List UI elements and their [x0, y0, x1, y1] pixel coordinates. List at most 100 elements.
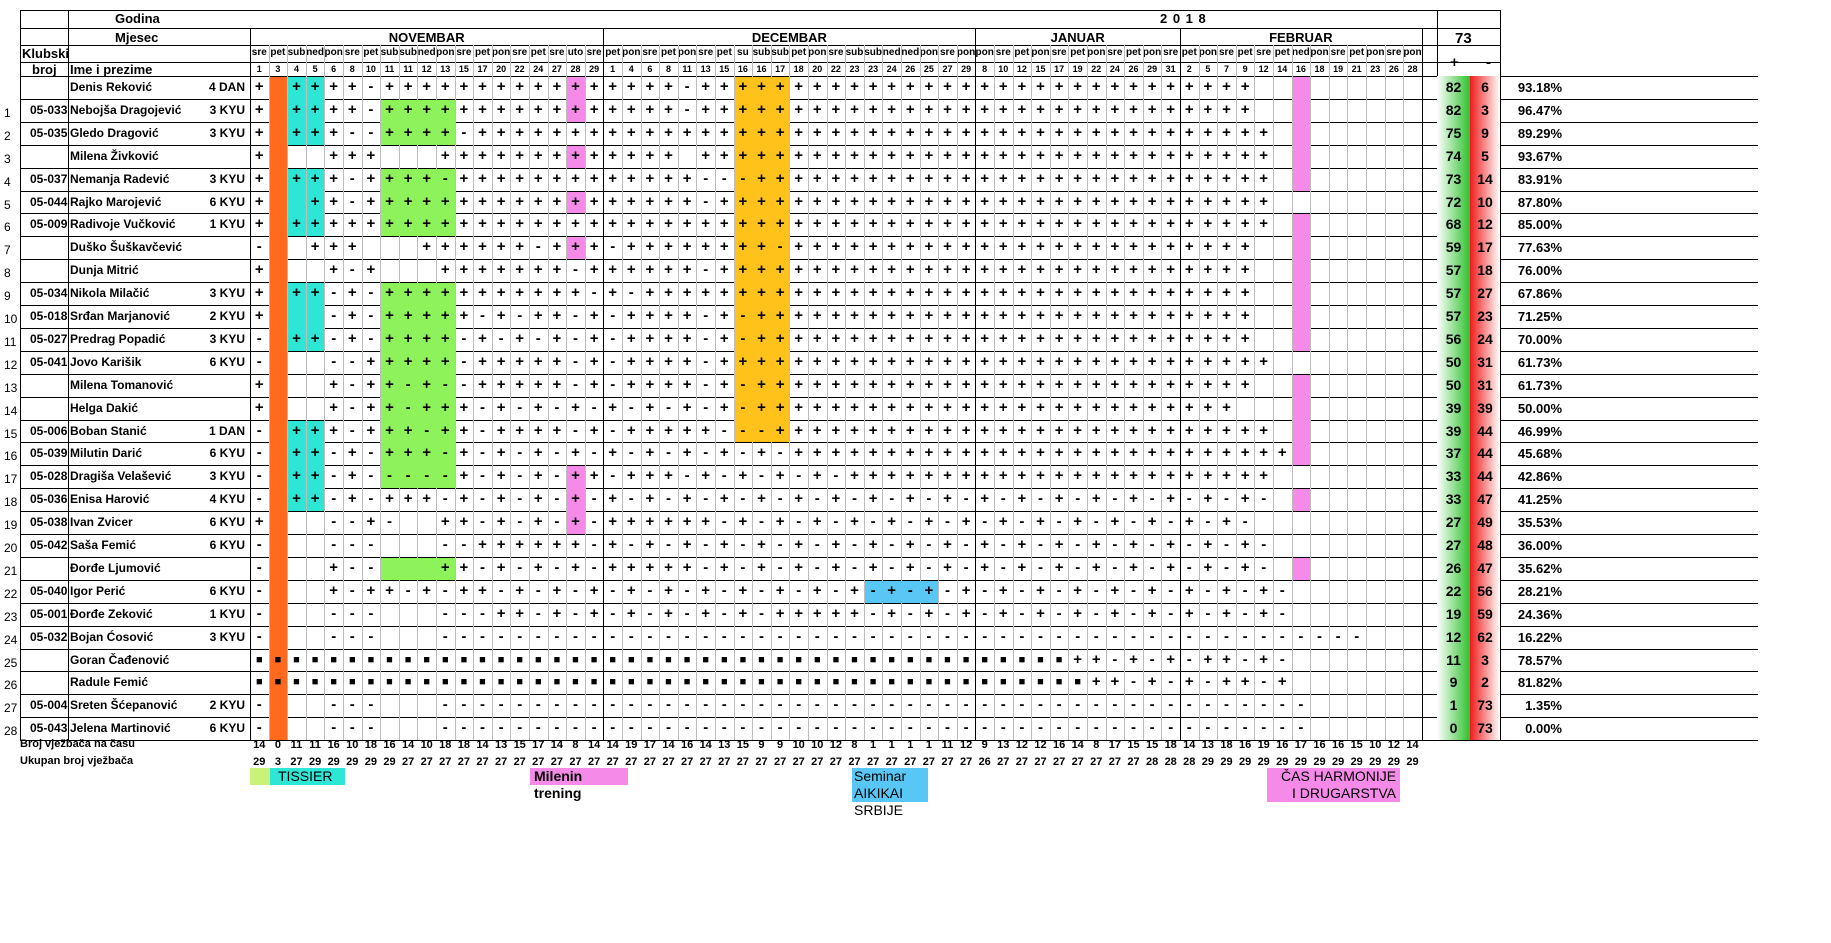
row-number: 24 — [4, 632, 18, 647]
broj-count: 16 — [1052, 739, 1066, 751]
broj-count: 12 — [959, 739, 973, 751]
member-row: 18 05-036 Enisa Harović 4 KYU - + + - + - + + + - + - + -… — [0, 488, 1831, 511]
ukupan-count: 27 — [922, 756, 936, 768]
broj-count: 14 — [587, 739, 601, 751]
ukupan-count: 27 — [736, 756, 750, 768]
ukupan-count: 27 — [625, 756, 638, 768]
row-number: 21 — [4, 563, 18, 578]
broj-count: 18 — [364, 739, 378, 751]
ukupan-count: 28 — [1183, 756, 1196, 768]
member-name: Enisa Harović — [70, 492, 150, 507]
broj-count: 13 — [718, 739, 731, 751]
date-label: 8 — [665, 64, 671, 74]
date-label: 17 — [477, 64, 488, 74]
ukupan-count: 27 — [550, 756, 564, 768]
club-number: 05-039 — [30, 446, 68, 461]
member-name: Bojan Ćosović — [70, 629, 154, 644]
weekday-label: sre — [642, 47, 658, 58]
ukupan-count: 27 — [439, 756, 452, 768]
date-label: 18 — [1314, 64, 1325, 74]
attendance-mark: + — [385, 581, 394, 599]
date-label: 9 — [1242, 64, 1248, 74]
weekday-label: sub — [287, 47, 306, 58]
year-label: 2 0 1 8 — [1160, 11, 1207, 26]
attendance-mark: - — [461, 719, 467, 737]
member-name: Đorđe Ljumović — [70, 560, 161, 575]
attendance-mark: - — [1205, 719, 1211, 737]
ukupan-count: 29 — [383, 756, 396, 768]
date-label: 16 — [1295, 64, 1306, 74]
row-number: 10 — [4, 312, 18, 326]
weekday-label: sub — [399, 47, 417, 58]
broj-count: 12 — [1034, 739, 1047, 751]
attendance-mark: - — [610, 719, 616, 737]
ukupan-count: 27 — [606, 756, 619, 768]
member-name: Milutin Darić — [70, 446, 143, 461]
weekday-label: pet — [474, 47, 490, 58]
member-row: 4 05-037 Nemanja Radević 3 KYU + + + + - + + + + - + + +… — [0, 168, 1831, 191]
date-label: 23 — [868, 64, 879, 74]
row-number: 22 — [4, 586, 18, 601]
date-label: 22 — [514, 64, 525, 74]
weekday-label: sre — [1256, 47, 1272, 58]
member-name: Milena Živković — [70, 148, 159, 163]
member-name: Dragiša Velašević — [70, 469, 172, 484]
ukupan-count: 29 — [1313, 756, 1326, 768]
row-number: 9 — [4, 289, 11, 304]
grid-hline — [20, 62, 1500, 63]
weekday-label: pet — [1274, 47, 1290, 58]
weekday-label: sre — [1163, 47, 1179, 58]
ukupan-count: 29 — [1369, 756, 1382, 768]
weekday-label: pet — [660, 47, 676, 58]
attendance-mark: - — [386, 513, 392, 531]
weekday-label: su — [737, 47, 749, 58]
weekday-label: sre — [1330, 47, 1346, 58]
member-name: Srđan Marjanović — [70, 309, 171, 323]
broj-count: 14 — [662, 739, 675, 751]
broj-count: 13 — [494, 739, 508, 751]
club-number: 05-006 — [30, 423, 68, 438]
member-name: Denis Reković — [70, 80, 153, 94]
attendance-mark: - — [963, 719, 969, 737]
attendance-mark: - — [1149, 719, 1155, 737]
ukupan-count: 27 — [811, 756, 824, 768]
ukupan-count: 27 — [792, 756, 805, 768]
attendance-mark: - — [758, 719, 764, 737]
attendance-mark: + — [292, 215, 301, 233]
attendance-mark: - — [1130, 719, 1136, 737]
row-number: 1 — [4, 105, 11, 120]
ukupan-count: 27 — [699, 756, 712, 768]
broj-label: broj — [32, 62, 57, 77]
broj-count: 16 — [1313, 739, 1326, 751]
row-number: 2 — [4, 128, 11, 143]
member-row: 9 05-034 Nikola Milačić 3 KYU + + + - + - + + + + + + + +… — [0, 282, 1831, 305]
member-name: Igor Perić — [70, 583, 126, 598]
date-label: 26 — [1388, 64, 1399, 74]
weekday-label: pet — [1181, 47, 1197, 58]
attendance-mark: + — [385, 215, 394, 233]
attendance-mark: + — [422, 490, 432, 508]
member-rank: 3 KYU — [209, 125, 245, 140]
date-label: 15 — [719, 64, 730, 74]
row-number: 27 — [4, 701, 18, 716]
member-name: Helga Dakić — [70, 400, 139, 415]
row-number: 25 — [4, 655, 18, 670]
broj-count: 1 — [888, 739, 895, 751]
row-number: 4 — [4, 174, 11, 189]
attendance-mark: + — [403, 123, 413, 141]
member-row: 12 05-041 Jovo Karišik 6 KYU - - - + + + + + - + + + + + -… — [0, 351, 1831, 374]
attendance-mark: + — [292, 123, 301, 141]
date-label: 11 — [384, 64, 395, 74]
member-rank: 6 KYU — [209, 515, 245, 530]
broj-count: 1 — [870, 739, 877, 751]
broj-count: 15 — [1145, 739, 1159, 751]
member-name: Radule Femić — [70, 675, 149, 690]
date-label: 4 — [628, 64, 634, 74]
name-column-header: Ime i prezime — [70, 62, 153, 77]
attendance-mark: - — [1298, 719, 1304, 737]
member-name: Ivan Zvicer — [70, 515, 133, 530]
attendance-mark: + — [422, 581, 432, 599]
broj-count: 12 — [1015, 739, 1029, 751]
attendance-mark: - — [1093, 719, 1099, 737]
broj-count: 11 — [309, 739, 321, 751]
